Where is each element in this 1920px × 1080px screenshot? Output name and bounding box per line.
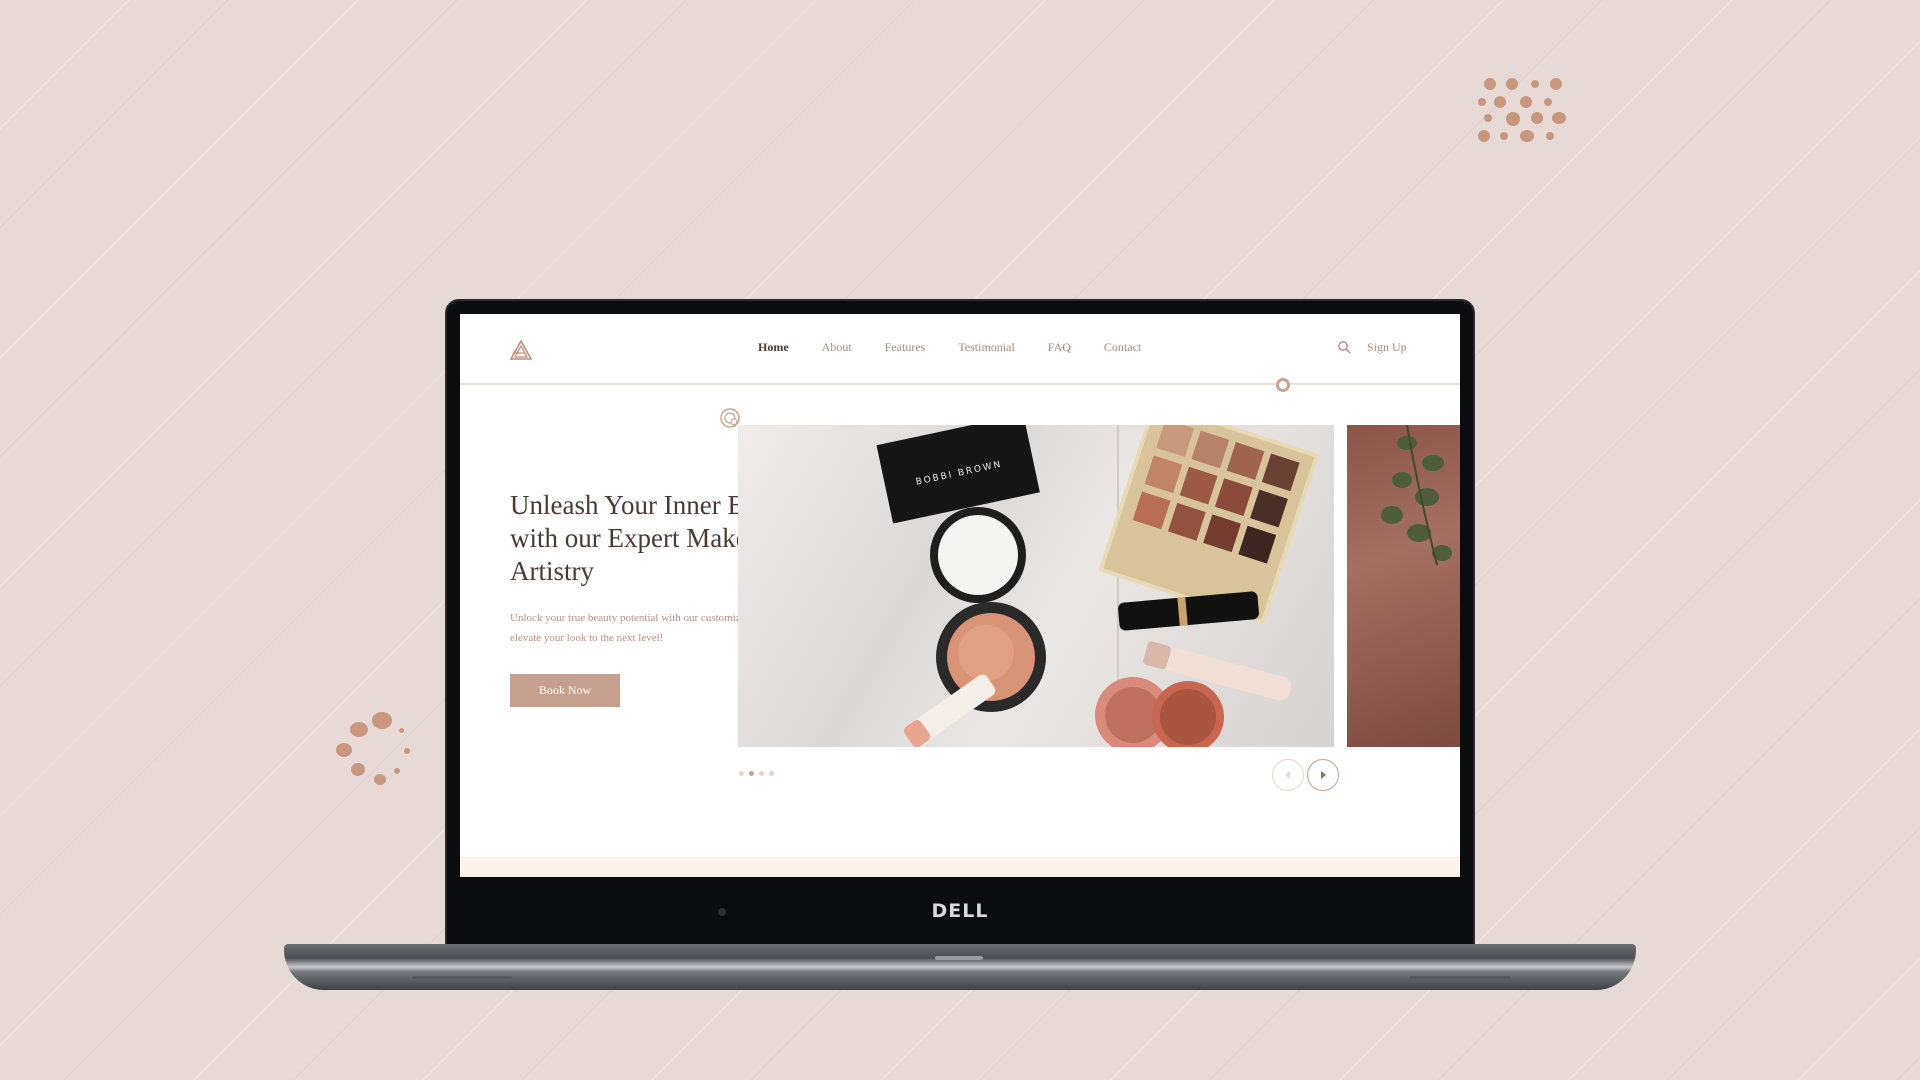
next-section-strip bbox=[460, 857, 1460, 877]
laptop-base bbox=[284, 944, 1636, 990]
carousel-next-button[interactable] bbox=[1307, 759, 1339, 791]
carousel-dot-2[interactable] bbox=[749, 771, 754, 776]
nav-item-home[interactable]: Home bbox=[758, 340, 789, 355]
nav-item-features[interactable]: Features bbox=[885, 340, 926, 355]
carousel-dot-1[interactable] bbox=[739, 771, 744, 776]
carousel-dot-4[interactable] bbox=[769, 771, 774, 776]
nav-item-contact[interactable]: Contact bbox=[1104, 340, 1141, 355]
laptop-screen: Home About Features Testimonial FAQ Cont… bbox=[460, 314, 1460, 877]
nav-item-faq[interactable]: FAQ bbox=[1048, 340, 1071, 355]
nav-item-testimonial[interactable]: Testimonial bbox=[958, 340, 1014, 355]
logo-mark-icon[interactable] bbox=[510, 340, 532, 360]
laptop-vent-right bbox=[1410, 976, 1510, 979]
site-navbar: Home About Features Testimonial FAQ Cont… bbox=[460, 314, 1460, 385]
book-now-button[interactable]: Book Now bbox=[510, 674, 620, 707]
laptop-notch bbox=[935, 956, 983, 960]
carousel-prev-button[interactable] bbox=[1272, 759, 1304, 791]
carousel-slide-main: BOBBI BROWN bbox=[738, 425, 1334, 747]
laptop-vent-left bbox=[412, 976, 512, 979]
chevron-left-icon bbox=[1285, 771, 1290, 779]
nav-links: Home About Features Testimonial FAQ Cont… bbox=[758, 340, 1174, 355]
search-icon[interactable] bbox=[1337, 340, 1351, 354]
plant-image bbox=[1381, 425, 1452, 566]
webcam bbox=[718, 908, 726, 916]
decorative-dots-grid bbox=[1476, 74, 1566, 150]
makeup-products-image: BOBBI BROWN bbox=[876, 425, 1320, 747]
signup-link[interactable]: Sign Up bbox=[1367, 340, 1407, 355]
carousel-dot-3[interactable] bbox=[759, 771, 764, 776]
nav-scroll-marker bbox=[1276, 378, 1290, 392]
decorative-dots-ring bbox=[336, 706, 426, 796]
chevron-right-icon bbox=[1321, 771, 1326, 779]
carousel-slide-next bbox=[1347, 425, 1460, 747]
nav-item-about[interactable]: About bbox=[822, 340, 852, 355]
laptop-brand-logo: DELL bbox=[931, 900, 989, 922]
